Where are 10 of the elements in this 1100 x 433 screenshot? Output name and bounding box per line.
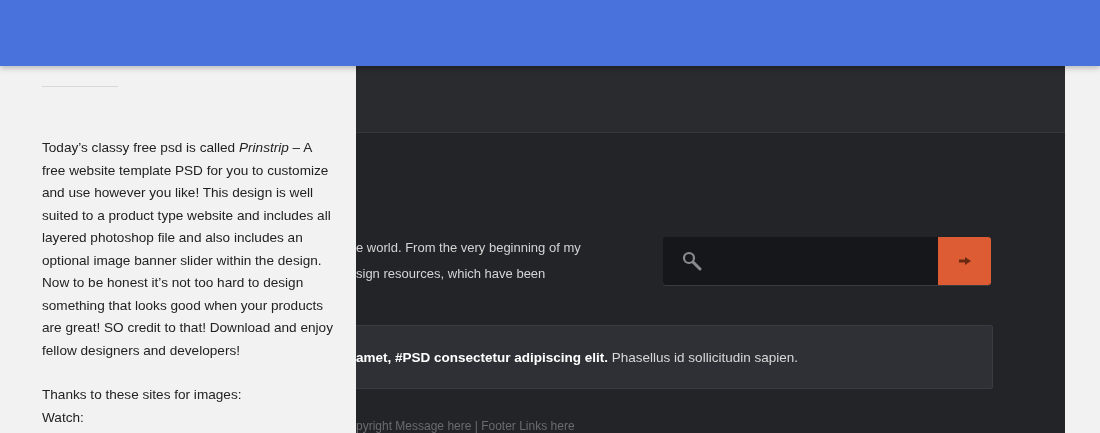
footer-text: pyright Message here | Footer Links here — [356, 419, 576, 433]
intro-text: e world. From the very beginning of my — [356, 239, 581, 257]
credits-text: Watch: — [42, 408, 85, 427]
intro-text: sign resources, which have been — [356, 265, 547, 283]
search-field[interactable] — [663, 237, 991, 285]
search-icon — [681, 250, 703, 272]
article-paragraph: Today’s classy free psd is called Prinstrip – A free website template PSD for you to customize and use however you like! This design is well suited to a product type website and includes all layered photoshop file and also includes an optional image banner slider within the design. Now to be honest it’s not too hard to design something that looks good when your products are great! SO credit to that! Download and enjoy fellow designers and developers! — [42, 139, 334, 360]
quote-text: amet, #PSD consectetur adipiscing elit. Phasellus id sollicitudin sapien. — [356, 349, 798, 365]
credits-text: Thanks to these sites for images: — [42, 386, 243, 404]
arrow-icon — [958, 257, 971, 265]
